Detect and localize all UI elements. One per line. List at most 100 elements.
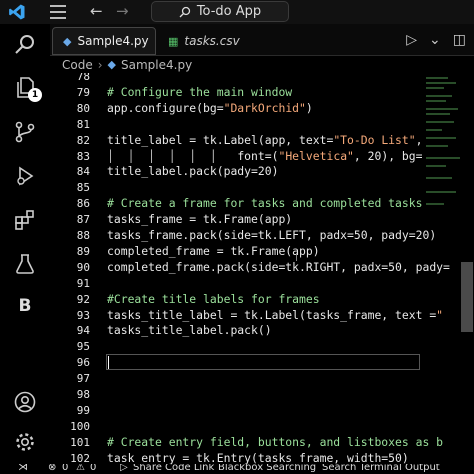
- line-number: 85: [76, 181, 90, 195]
- activity-search[interactable]: [0, 24, 50, 64]
- code-text: #Create title labels for frames: [107, 291, 320, 306]
- scrollbar-thumb[interactable]: [461, 262, 473, 332]
- line-number: 94: [76, 324, 90, 338]
- code-line[interactable]: 94 tasks_title_label.pack(): [50, 323, 430, 338]
- code-text: # Create entry field, buttons, and listb…: [107, 434, 444, 449]
- command-center-search[interactable]: To-do App: [151, 1, 289, 22]
- code-line[interactable]: 90 completed_frame.pack(side=tk.RIGHT, pa…: [50, 260, 450, 275]
- code-line[interactable]: 88 tasks_frame.pack(side=tk.LEFT, padx=50…: [50, 228, 436, 243]
- minimap[interactable]: [420, 73, 460, 223]
- blackbox-icon: B: [18, 296, 32, 316]
- line-number: 100: [70, 419, 90, 433]
- code-line[interactable]: 100: [50, 419, 430, 434]
- forward-arrow-icon[interactable]: →: [116, 2, 129, 20]
- flask-icon: [16, 254, 34, 274]
- breadcrumb-folder[interactable]: Code: [62, 58, 93, 72]
- tab-tasks-csv[interactable]: ▦ tasks.csv: [158, 27, 250, 55]
- code-text: title_label.pack(pady=20): [107, 164, 279, 179]
- activity-testing[interactable]: [0, 244, 50, 284]
- code-line[interactable]: 85: [50, 180, 430, 195]
- status-search-terminal-output[interactable]: Search Terminal Output: [322, 464, 440, 473]
- warning-icon[interactable]: ⚠: [76, 464, 85, 473]
- extensions-icon: [15, 210, 34, 230]
- gear-icon: [16, 433, 34, 451]
- line-number: 101: [70, 435, 90, 449]
- line-number: 92: [76, 292, 90, 306]
- code-line[interactable]: 82 title_label = tk.Label(app, text="To-D…: [50, 133, 430, 148]
- menu-icon[interactable]: [50, 5, 66, 19]
- code-editor[interactable]: 78 79 # Configure the main window 80 app.con…: [50, 73, 474, 464]
- code-line[interactable]: 89 completed_frame = tk.Frame(app): [50, 244, 430, 259]
- code-line[interactable]: 79 # Configure the main window: [50, 85, 430, 100]
- status-share-code-link[interactable]: Share Code Link: [133, 464, 214, 473]
- activity-extensions[interactable]: [0, 200, 50, 240]
- code-line[interactable]: 80 app.configure(bg="DarkOrchid"): [50, 101, 430, 116]
- activity-settings[interactable]: [0, 422, 50, 462]
- error-count[interactable]: 0: [62, 464, 68, 473]
- code-text: tasks_title_label = tk.Label(tasks_frame…: [107, 307, 444, 322]
- code-line[interactable]: 97: [50, 371, 430, 386]
- code-line[interactable]: 91: [50, 276, 430, 291]
- tab-sample4-py[interactable]: ◆ Sample4.py: [52, 27, 156, 55]
- code-line[interactable]: 83 │ │ │ │ │ │ font=("Helvetica", 20), bg…: [50, 149, 430, 164]
- code-text: title_label = tk.Label(app, text="To-Do …: [107, 132, 423, 147]
- source-control-icon: [15, 121, 35, 143]
- code-line[interactable]: 86 # Create a frame for tasks and complet…: [50, 196, 430, 211]
- activity-source-control[interactable]: [0, 112, 50, 152]
- code-text: # Configure the main window: [107, 84, 293, 99]
- tab-label: tasks.csv: [184, 34, 240, 48]
- warning-count[interactable]: 0: [90, 464, 96, 473]
- activity-bar: 1 B: [0, 24, 50, 464]
- chevron-down-icon[interactable]: ⌄: [429, 32, 441, 48]
- line-number: 87: [76, 213, 90, 227]
- code-line[interactable]: 101 # Create entry field, buttons, and li…: [50, 435, 443, 450]
- tab-label: Sample4.py: [77, 34, 149, 48]
- status-blackbox-searching[interactable]: Blackbox Searching: [218, 464, 316, 473]
- code-line[interactable]: 96: [50, 354, 430, 371]
- code-text: completed_frame = tk.Frame(app): [107, 243, 320, 258]
- activity-run-debug[interactable]: [0, 156, 50, 196]
- breadcrumb-file[interactable]: Sample4.py: [121, 58, 192, 72]
- back-arrow-icon[interactable]: ←: [90, 2, 103, 20]
- line-number: 90: [76, 260, 90, 274]
- code-line[interactable]: 81: [50, 117, 430, 132]
- title-bar: ← → To-do App: [0, 0, 474, 24]
- code-text: │ │ │ │ │ │ font=("Helvetica", 20), bg=: [107, 148, 423, 163]
- search-icon: [179, 6, 190, 17]
- code-line[interactable]: 92 #Create title labels for frames: [50, 292, 430, 307]
- error-icon[interactable]: ⊗: [48, 464, 56, 473]
- line-number: 97: [76, 372, 90, 386]
- code-line[interactable]: 78: [50, 73, 430, 84]
- activity-blackbox[interactable]: B: [0, 286, 50, 326]
- code-line[interactable]: 95: [50, 339, 430, 354]
- code-line[interactable]: 84 title_label.pack(pady=20): [50, 164, 430, 179]
- csv-file-icon: ▦: [168, 34, 179, 48]
- line-number: 83: [76, 149, 90, 163]
- line-number: 79: [76, 85, 90, 99]
- current-line-highlight: [106, 354, 420, 371]
- code-line[interactable]: 87 tasks_frame = tk.Frame(app): [50, 212, 430, 227]
- line-number: 98: [76, 388, 90, 401]
- line-number: 99: [76, 403, 90, 417]
- text-cursor: [108, 356, 109, 370]
- vscode-logo-icon[interactable]: [8, 3, 26, 21]
- activity-accounts[interactable]: [0, 382, 50, 422]
- code-line[interactable]: 99: [50, 403, 430, 418]
- split-editor-icon[interactable]: ◫: [453, 32, 466, 48]
- share-code-link-icon: ▷: [120, 464, 128, 473]
- account-icon: [14, 391, 36, 413]
- line-number: 95: [76, 340, 90, 354]
- activity-explorer[interactable]: 1: [0, 68, 50, 108]
- run-play-icon[interactable]: ▷: [406, 32, 417, 48]
- remote-icon[interactable]: ⋊: [18, 464, 28, 473]
- code-line[interactable]: 98: [50, 387, 430, 402]
- line-number: 80: [76, 101, 90, 115]
- code-line[interactable]: 93 tasks_title_label = tk.Label(tasks_fra…: [50, 308, 443, 323]
- line-number: 82: [76, 133, 90, 147]
- search-text: To-do App: [196, 4, 262, 19]
- python-file-icon: ◆: [107, 58, 117, 71]
- code-line[interactable]: 102 task_entry = tk.Entry(tasks_frame, wi…: [50, 451, 430, 464]
- line-number: 78: [76, 73, 90, 83]
- code-text: app.configure(bg="DarkOrchid"): [107, 100, 313, 115]
- line-number: 96: [76, 356, 90, 370]
